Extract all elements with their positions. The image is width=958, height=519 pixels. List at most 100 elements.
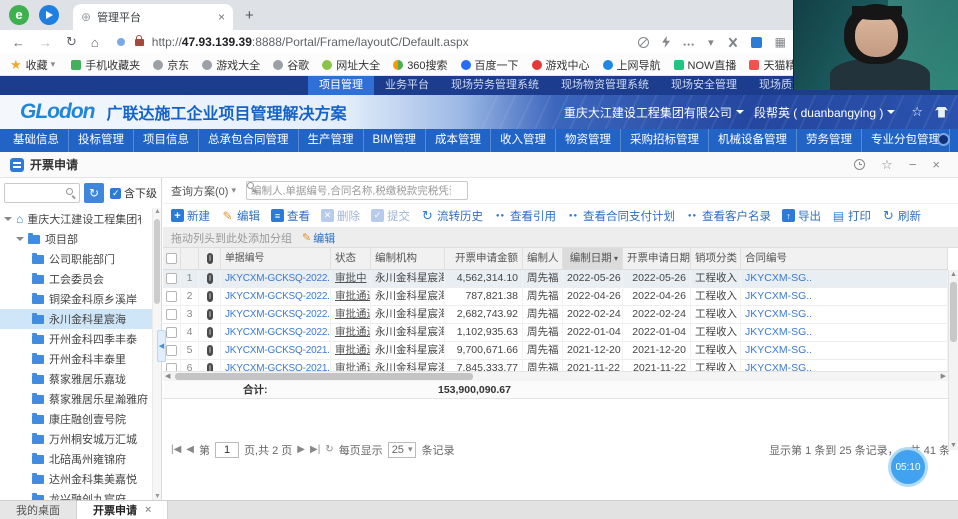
page-input[interactable] [215, 442, 239, 458]
menu-item[interactable]: 资金管理 [949, 129, 958, 152]
block-icon[interactable] [638, 37, 649, 48]
edit-columns-button[interactable]: 编辑 [302, 230, 335, 246]
toolbar-button[interactable]: 导出 [782, 208, 821, 224]
extension-icon[interactable] [751, 37, 762, 48]
new-tab-button[interactable]: + [245, 7, 254, 24]
table-row[interactable]: 4 JKYCXM-GCKSQ-2022... 审批通过 永川金科星宸海 1,10… [163, 324, 948, 342]
quick-search-input[interactable] [251, 183, 451, 198]
menu-item[interactable]: 生产管理 [298, 129, 363, 152]
more-icon[interactable] [683, 35, 695, 49]
tab-close-icon[interactable] [145, 504, 151, 516]
menu-item[interactable]: BIM管理 [363, 129, 425, 152]
table-row[interactable]: 6 JKYCXM-GCKSQ-2021... 审批通过 永川金科星宸海 7,84… [163, 360, 948, 371]
scrollbar-thumb[interactable] [154, 219, 160, 304]
toolbar-button[interactable]: 打印 [832, 208, 871, 224]
menu-item[interactable]: 成本管理 [425, 129, 490, 152]
menu-item[interactable]: 总承包合同管理 [198, 129, 298, 152]
column-header[interactable]: 单据编号 [221, 248, 331, 269]
tree-node-project[interactable]: 铜梁金科原乡溪岸 [0, 289, 161, 309]
menu-toggle-icon[interactable] [937, 133, 950, 146]
column-header[interactable]: 开票申请日期 [623, 248, 691, 269]
menu-item[interactable]: 专业分包管理 [861, 129, 949, 152]
last-page-icon[interactable]: ▶| [310, 444, 320, 455]
workspace-tab[interactable]: 我的桌面 [0, 501, 77, 519]
attachment-icon[interactable] [207, 345, 213, 356]
column-header-sorted[interactable]: 编制日期 [563, 248, 623, 269]
menu-item[interactable]: 物资管理 [555, 129, 620, 152]
portal-tab[interactable]: 业务平台 [374, 76, 440, 95]
tree-node-project[interactable]: 蔡家雅居乐星瀚雅府 [0, 389, 161, 409]
sync-button[interactable] [84, 183, 104, 203]
include-sub-checkbox[interactable] [110, 188, 121, 199]
doc-number-link[interactable]: JKYCXM-GCKSQ-2021... [221, 360, 331, 372]
attachment-icon[interactable] [207, 309, 213, 320]
workspace-tab[interactable]: 开票申请 [77, 501, 168, 519]
tree-node-project[interactable]: 达州金科集美嘉悦 [0, 469, 161, 489]
doc-number-link[interactable]: JKYCXM-GCKSQ-2022... [221, 306, 331, 324]
contract-link[interactable]: JKYCXM-SG.. [741, 270, 948, 288]
close-icon[interactable] [932, 157, 940, 172]
star-icon[interactable] [911, 104, 923, 120]
sidebar-search-input[interactable] [4, 183, 80, 203]
toolbar-button[interactable]: 刷新 [882, 208, 921, 224]
portal-tab[interactable]: 项目管理 [308, 76, 374, 95]
first-page-icon[interactable]: |◀ [171, 444, 181, 455]
column-header[interactable]: 编制机构 [371, 248, 445, 269]
column-header[interactable]: 销项分类 [691, 248, 741, 269]
menu-item[interactable]: 投标管理 [68, 129, 133, 152]
table-row[interactable]: 3 JKYCXM-GCKSQ-2022... 审批通过 永川金科星宸海 2,68… [163, 306, 948, 324]
scroll-down-icon[interactable]: ▼ [950, 442, 957, 449]
attachment-icon[interactable] [207, 327, 213, 338]
query-scheme-dropdown[interactable]: 查询方案(0) [171, 183, 236, 199]
scroll-up-icon[interactable]: ▲ [154, 208, 161, 215]
menu-item[interactable]: 收入管理 [490, 129, 555, 152]
vertical-scrollbar[interactable]: ▲ ▼ [948, 270, 958, 450]
doc-number-link[interactable]: JKYCXM-GCKSQ-2022... [221, 288, 331, 306]
table-row[interactable]: 2 JKYCXM-GCKSQ-2022... 审批通过 永川金科星宸海 787,… [163, 288, 948, 306]
scrollbar-thumb[interactable] [950, 282, 957, 342]
company-dropdown[interactable]: 重庆大江建设工程集团有限公司 [564, 104, 744, 121]
scroll-left-icon[interactable]: ◀ [165, 372, 170, 381]
row-checkbox[interactable] [166, 363, 177, 371]
toolbar-button[interactable]: 提交 [371, 208, 410, 224]
portal-tab[interactable]: 现场劳务管理系统 [440, 76, 550, 95]
caret-down-icon[interactable] [4, 217, 12, 221]
scroll-down-icon[interactable]: ▼ [154, 493, 161, 500]
tree-node-group[interactable]: 项目部 [0, 229, 161, 249]
scroll-up-icon[interactable]: ▲ [950, 271, 957, 278]
status-link[interactable]: 审批通过 [335, 290, 371, 302]
attachment-icon[interactable] [207, 363, 213, 371]
tree-node-project[interactable]: 龙兴融创九宸府 [0, 489, 161, 500]
menu-item[interactable]: 劳务管理 [796, 129, 861, 152]
status-link[interactable]: 审批通过 [335, 344, 371, 356]
bookmark-item[interactable]: 谷歌 [273, 57, 309, 73]
next-page-icon[interactable]: ▶ [297, 444, 305, 455]
tree-node-project[interactable]: 开州金科四季丰泰 [0, 329, 161, 349]
toolbar-button[interactable]: 删除 [321, 208, 360, 224]
tree-node-project[interactable]: 永川金科星宸海 [0, 309, 161, 329]
grid-icon[interactable] [775, 35, 786, 49]
row-checkbox[interactable] [166, 309, 177, 320]
clock-icon[interactable] [854, 159, 865, 170]
bookmark-item[interactable]: 手机收藏夹 [71, 57, 140, 73]
tree-node-project[interactable]: 万州桐安城万汇城 [0, 429, 161, 449]
back-icon[interactable] [12, 35, 25, 50]
favorites-star-icon[interactable]: ★ [10, 57, 22, 73]
attachment-icon[interactable] [207, 291, 213, 302]
column-header[interactable]: 合同编号 [741, 248, 948, 269]
contract-link[interactable]: JKYCXM-SG.. [741, 324, 948, 342]
tree-node-project[interactable]: 蔡家雅居乐嘉珑 [0, 369, 161, 389]
status-link[interactable]: 审批通过 [335, 326, 371, 338]
tree-node-project[interactable]: 工会委员会 [0, 269, 161, 289]
url-bar[interactable]: http://47.93.139.39:8888/Portal/Frame/la… [152, 35, 469, 49]
toolbar-button[interactable]: 流转历史 [421, 208, 483, 224]
chevron-down-icon[interactable] [708, 35, 714, 49]
tree-node-project[interactable]: 开州金科丰泰里 [0, 349, 161, 369]
user-dropdown[interactable]: 段帮英 ( duanbangying ) [754, 104, 895, 121]
toolbar-button[interactable]: 查看引用 [494, 208, 556, 224]
messenger-icon[interactable] [39, 5, 59, 25]
row-checkbox[interactable] [166, 327, 177, 338]
favorites-label[interactable]: 收藏 [26, 57, 48, 73]
tree-node-project[interactable]: 康庄融创壹号院 [0, 409, 161, 429]
horizontal-scrollbar[interactable]: ◀ ▶ [163, 371, 948, 381]
